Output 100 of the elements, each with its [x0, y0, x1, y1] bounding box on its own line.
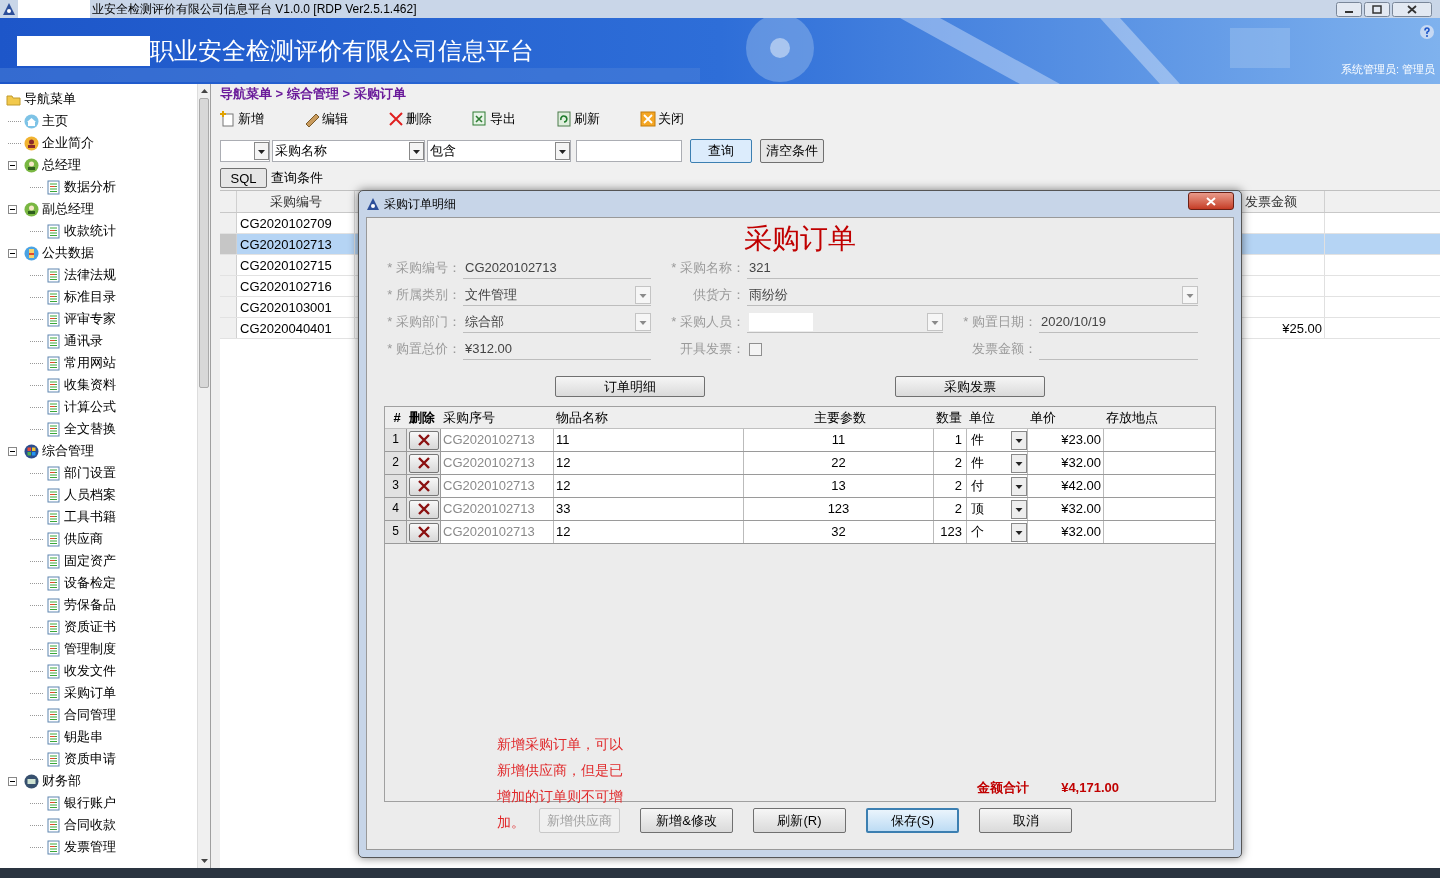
toolbar-button[interactable]: 编辑 — [304, 109, 364, 129]
close-button[interactable] — [1188, 192, 1234, 210]
tree-item[interactable]: 综合管理 — [42, 441, 94, 461]
table-cell[interactable]: 2 — [934, 452, 967, 474]
table-cell[interactable]: 11 — [744, 429, 934, 451]
tree-item[interactable]: 管理制度 — [64, 639, 116, 659]
table-cell[interactable]: 32 — [744, 521, 934, 543]
dropdown-field[interactable]: 综合部 — [463, 311, 651, 333]
table-cell[interactable]: 2 — [934, 498, 967, 520]
delete-button[interactable] — [408, 453, 439, 473]
dialog-button[interactable]: 保存(S) — [866, 808, 959, 833]
table-cell[interactable]: 12 — [554, 521, 744, 543]
dropdown-field[interactable]: 采购名称 — [272, 140, 425, 162]
dropdown-field[interactable]: 包含 — [427, 140, 571, 162]
dialog-button[interactable]: 取消 — [979, 808, 1072, 833]
delete-button[interactable] — [408, 430, 439, 450]
dropdown-field[interactable]: 件 — [967, 429, 1028, 451]
tree-item[interactable]: 资质证书 — [64, 617, 116, 637]
table-cell[interactable]: 13 — [744, 475, 934, 497]
toolbar-button[interactable]: 删除 — [388, 109, 448, 129]
tree-item[interactable]: 财务部 — [42, 771, 81, 791]
table-cell[interactable]: ¥23.00 — [1028, 429, 1104, 451]
tree-item[interactable]: 人员档案 — [64, 485, 116, 505]
dropdown-field[interactable]: 付 — [967, 475, 1028, 497]
tree-item[interactable]: 发票管理 — [64, 837, 116, 857]
dialog-button[interactable]: 刷新(R) — [753, 808, 846, 833]
collapse-toggle[interactable] — [8, 446, 17, 456]
tree-item[interactable]: 劳保备品 — [64, 595, 116, 615]
dropdown-field[interactable]: 件 — [967, 452, 1028, 474]
tree-item[interactable]: 固定资产 — [64, 551, 116, 571]
tree-item[interactable]: 收款统计 — [64, 221, 116, 241]
toolbar-button[interactable]: 导出 — [472, 109, 532, 129]
collapse-toggle[interactable] — [8, 160, 17, 170]
text-field[interactable]: ¥312.00 — [463, 338, 651, 360]
breadcrumb[interactable]: 导航菜单 > 综合管理 > 采购订单 — [220, 84, 1440, 104]
dropdown-field[interactable] — [220, 140, 270, 162]
scrollbar[interactable] — [197, 84, 210, 868]
tree-item[interactable]: 合同收款 — [64, 815, 116, 835]
table-cell[interactable]: 123 — [744, 498, 934, 520]
table-cell[interactable]: 11 — [554, 429, 744, 451]
tree-item[interactable]: 钥匙串 — [64, 727, 103, 747]
toolbar-button[interactable]: 刷新 — [556, 109, 616, 129]
delete-button[interactable] — [408, 499, 439, 519]
sql-button[interactable]: SQL — [220, 168, 267, 188]
tree-item[interactable]: 全文替换 — [64, 419, 116, 439]
tree-item[interactable]: 部门设置 — [64, 463, 116, 483]
tree-item[interactable]: 数据分析 — [64, 177, 116, 197]
table-cell[interactable]: ¥32.00 — [1028, 521, 1104, 543]
tree-item[interactable]: 采购订单 — [64, 683, 116, 703]
filter-button[interactable]: 清空条件 — [760, 139, 824, 163]
delete-button[interactable] — [408, 522, 439, 542]
toolbar-button[interactable]: 关闭 — [640, 109, 700, 129]
tree-item[interactable]: 合同管理 — [64, 705, 116, 725]
tree-item[interactable]: 银行账户 — [64, 793, 116, 813]
dropdown-field[interactable] — [747, 311, 943, 333]
tree-item[interactable]: 评审专家 — [64, 309, 116, 329]
tree-item[interactable]: 工具书籍 — [64, 507, 116, 527]
dropdown-field[interactable]: 雨纷纷 — [747, 284, 1198, 306]
tree-item[interactable]: 标准目录 — [64, 287, 116, 307]
tree-item[interactable]: 供应商 — [64, 529, 103, 549]
dropdown-field[interactable]: 个 — [967, 521, 1028, 543]
table-cell[interactable]: 123 — [934, 521, 967, 543]
dialog-button[interactable]: 新增&修改 — [640, 808, 733, 833]
table-cell[interactable]: ¥32.00 — [1028, 452, 1104, 474]
tree-item[interactable]: 收发文件 — [64, 661, 116, 681]
table-cell[interactable]: ¥32.00 — [1028, 498, 1104, 520]
table-cell[interactable]: 2 — [934, 475, 967, 497]
search-field[interactable] — [576, 140, 682, 162]
table-cell[interactable]: 12 — [554, 475, 744, 497]
dropdown-field[interactable]: 顶 — [967, 498, 1028, 520]
tree-item[interactable]: 计算公式 — [64, 397, 116, 417]
text-field[interactable]: 2020/10/19 — [1039, 311, 1198, 333]
table-cell[interactable]: 12 — [554, 452, 744, 474]
tree-item[interactable]: 企业简介 — [42, 133, 94, 153]
tree-item[interactable]: 法律法规 — [64, 265, 116, 285]
table-cell[interactable]: 22 — [744, 452, 934, 474]
tree-item[interactable]: 导航菜单 — [24, 89, 76, 109]
text-field[interactable]: CG2020102713 — [463, 257, 651, 279]
tree-item[interactable]: 收集资料 — [64, 375, 116, 395]
checkbox[interactable] — [749, 342, 762, 356]
filter-button[interactable]: 查询 — [690, 139, 752, 163]
table-cell[interactable]: ¥42.00 — [1028, 475, 1104, 497]
tree-item[interactable]: 常用网站 — [64, 353, 116, 373]
collapse-toggle[interactable] — [8, 776, 17, 786]
table-cell[interactable]: 1 — [934, 429, 967, 451]
table-cell[interactable]: 33 — [554, 498, 744, 520]
collapse-toggle[interactable] — [8, 248, 17, 258]
tree-item[interactable]: 资质申请 — [64, 749, 116, 769]
tree-item[interactable]: 公共数据 — [42, 243, 94, 263]
delete-button[interactable] — [408, 476, 439, 496]
tree-item[interactable]: 设备检定 — [64, 573, 116, 593]
section-button[interactable]: 采购发票 — [895, 376, 1045, 397]
text-field[interactable]: 321 — [747, 257, 1198, 279]
section-button[interactable]: 订单明细 — [555, 376, 705, 397]
tree-item[interactable]: 总经理 — [42, 155, 81, 175]
tree-item[interactable]: 通讯录 — [64, 331, 103, 351]
collapse-toggle[interactable] — [8, 204, 17, 214]
tree-item[interactable]: 副总经理 — [42, 199, 94, 219]
dropdown-field[interactable]: 文件管理 — [463, 284, 651, 306]
toolbar-button[interactable]: 新增 — [220, 109, 280, 129]
